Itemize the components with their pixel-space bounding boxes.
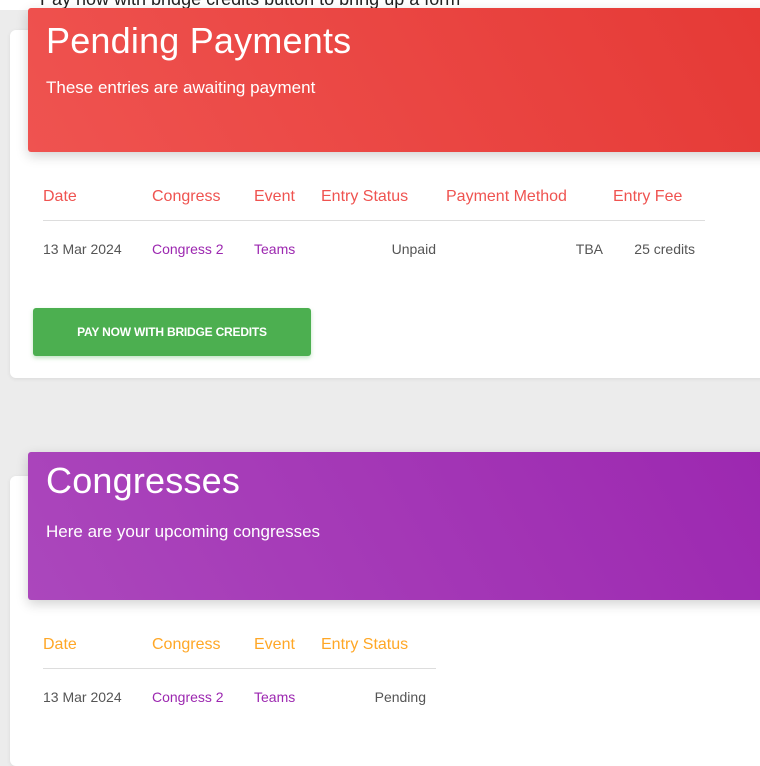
column-header-congress: Congress (152, 187, 221, 205)
congresses-card: Congresses Here are your upcoming congre… (10, 452, 760, 766)
cell-date: 13 Mar 2024 (43, 667, 152, 726)
column-header-entry-status: Entry Status (321, 187, 409, 205)
pending-payments-header-row: Date Congress Event Entry Status Payment… (43, 174, 705, 220)
column-header-date: Date (43, 635, 77, 653)
pending-payments-title: Pending Payments (46, 20, 352, 61)
pending-payments-subtitle: These entries are awaiting payment (46, 78, 316, 97)
congresses-header-row: Date Congress Event Entry Status (43, 622, 436, 668)
column-header-payment-method: Payment Method (446, 187, 567, 205)
cell-entry-fee: 25 credits (613, 219, 705, 278)
event-link[interactable]: Teams (254, 667, 321, 726)
cell-entry-status: Unpaid (321, 219, 446, 278)
column-header-event: Event (254, 187, 295, 205)
column-header-entry-status: Entry Status (321, 635, 409, 653)
congress-link[interactable]: Congress 2 (152, 667, 254, 726)
congresses-table: Date Congress Event Entry Status 13 Mar … (43, 622, 436, 726)
congresses-title: Congresses (46, 460, 241, 501)
congresses-subtitle: Here are your upcoming congresses (46, 522, 321, 541)
congresses-header: Congresses Here are your upcoming congre… (28, 452, 760, 600)
pending-payments-table: Date Congress Event Entry Status Payment… (43, 174, 705, 278)
table-row: 13 Mar 2024 Congress 2 Teams Pending (43, 667, 436, 726)
column-header-congress: Congress (152, 635, 221, 653)
cell-entry-status: Pending (321, 667, 436, 726)
column-header-event: Event (254, 635, 295, 653)
congress-link[interactable]: Congress 2 (152, 219, 254, 278)
cell-date: 13 Mar 2024 (43, 219, 152, 278)
pending-payments-header: Pending Payments These entries are await… (28, 8, 760, 152)
pay-now-button[interactable]: PAY NOW WITH BRIDGE CREDITS (33, 308, 311, 356)
table-row: 13 Mar 2024 Congress 2 Teams Unpaid TBA … (43, 219, 705, 278)
pending-payments-card: Pending Payments These entries are await… (10, 8, 760, 378)
cell-payment-method: TBA (446, 219, 613, 278)
column-header-date: Date (43, 187, 77, 205)
column-header-entry-fee: Entry Fee (613, 187, 683, 205)
event-link[interactable]: Teams (254, 219, 321, 278)
